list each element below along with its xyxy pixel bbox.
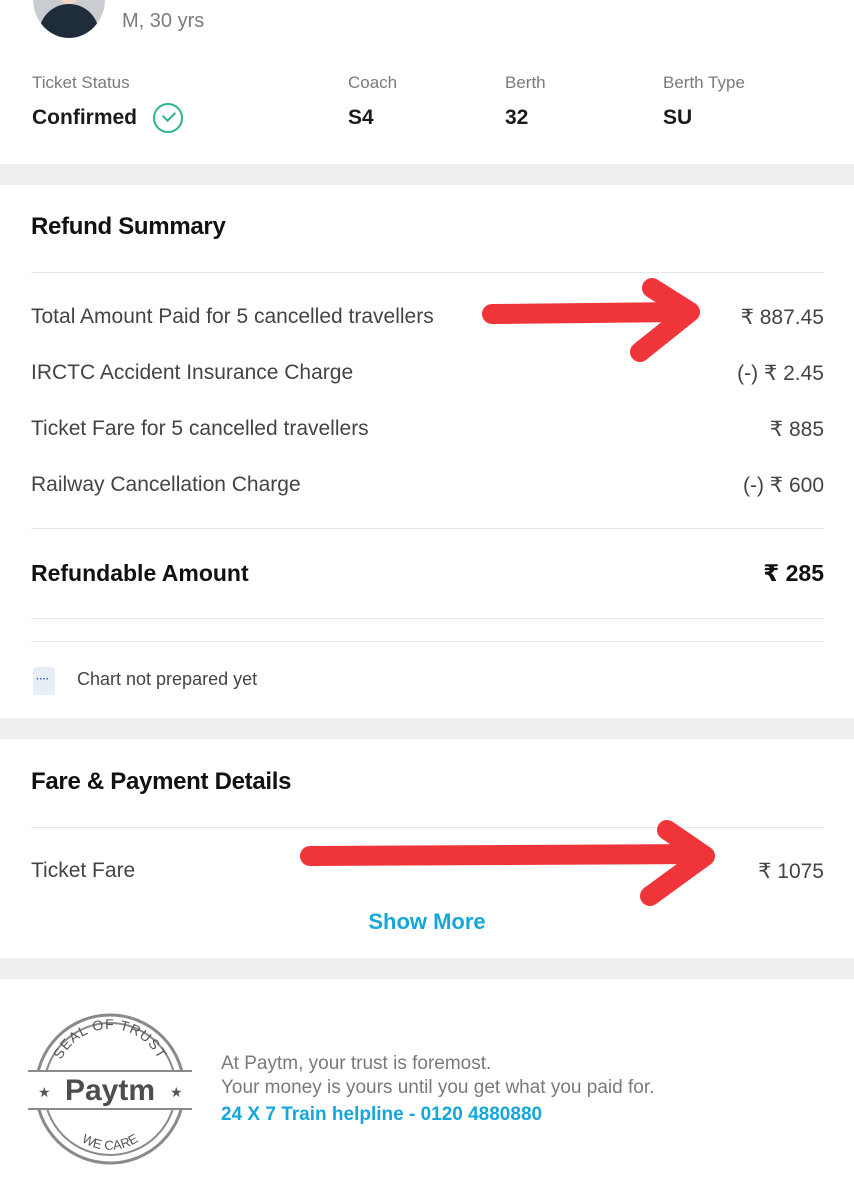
ticket-fare-cancelled-label: Ticket Fare for 5 cancelled travellers: [31, 417, 369, 440]
svg-text:WE CARE: WE CARE: [80, 1131, 141, 1153]
divider: [31, 272, 824, 273]
refundable-amount-value: ₹ 285: [763, 560, 824, 586]
ticket-status-value: Confirmed: [32, 106, 137, 129]
divider: [31, 641, 824, 642]
trust-message-line1: At Paytm, your trust is foremost.: [221, 1053, 492, 1074]
section-gap: [0, 164, 854, 185]
seal-bottom-text: WE CARE: [80, 1131, 141, 1153]
show-more-button[interactable]: Show More: [0, 909, 854, 935]
insurance-charge-label: IRCTC Accident Insurance Charge: [31, 361, 354, 384]
passenger-meta: M, 30 yrs: [122, 10, 205, 32]
berth-value: 32: [505, 106, 529, 129]
refundable-amount-label: Refundable Amount: [31, 560, 249, 586]
seal-brand-text: Paytm: [65, 1074, 155, 1107]
passenger-card: M, 30 yrs Ticket Status Confirmed Coach …: [0, 0, 854, 164]
total-paid-label: Total Amount Paid for 5 cancelled travel…: [31, 305, 434, 328]
avatar: [33, 0, 105, 38]
ticket-fare-label: Ticket Fare: [31, 859, 136, 882]
coach-value: S4: [348, 106, 374, 129]
ticket-fare-cancelled-value: ₹ 885: [769, 418, 824, 441]
total-paid-value: ₹ 887.45: [740, 306, 824, 329]
coach-label: Coach: [348, 73, 398, 92]
svg-text:★: ★: [38, 1084, 51, 1100]
ticket-status-label: Ticket Status: [32, 73, 130, 92]
svg-text:★: ★: [170, 1084, 183, 1100]
cancellation-charge-label: Railway Cancellation Charge: [31, 473, 301, 496]
cancellation-charge-value: (-) ₹ 600: [742, 474, 824, 497]
paytm-seal-of-trust-logo: SEAL OF TRUST Paytm ★ ★ WE CARE: [28, 1013, 192, 1165]
red-arrow-annotation-icon: [482, 278, 700, 362]
section-gap: [0, 958, 854, 979]
train-helpline-link[interactable]: 24 X 7 Train helpline - 0120 4880880: [221, 1104, 542, 1126]
berth-label: Berth: [505, 73, 546, 92]
insurance-charge-value: (-) ₹ 2.45: [737, 362, 824, 385]
divider: [31, 528, 824, 529]
red-arrow-annotation-icon: [300, 820, 715, 906]
fare-details-title: Fare & Payment Details: [31, 768, 292, 795]
document-icon: ····: [33, 667, 55, 695]
chart-status-note: Chart not prepared yet: [77, 669, 258, 689]
check-circle-icon: [153, 103, 183, 133]
refund-summary-title: Refund Summary: [31, 213, 226, 240]
ticket-fare-value: ₹ 1075: [758, 860, 824, 883]
trust-message-line2: Your money is yours until you get what y…: [221, 1077, 655, 1098]
section-gap: [0, 718, 854, 739]
berth-type-value: SU: [663, 106, 693, 129]
refund-summary-card: [0, 185, 854, 718]
berth-type-label: Berth Type: [663, 73, 745, 92]
divider: [31, 618, 824, 619]
